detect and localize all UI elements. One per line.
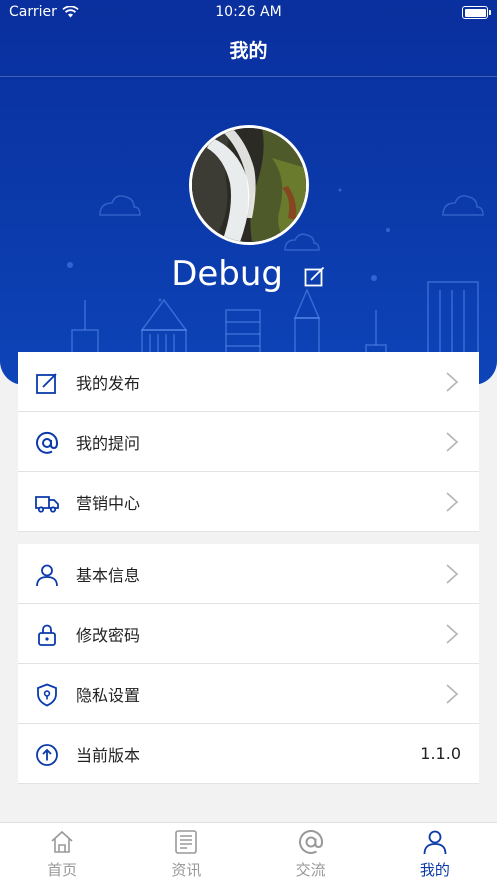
username-row: Debug	[0, 252, 497, 294]
username: Debug	[171, 253, 283, 294]
chevron-right-icon	[446, 492, 459, 512]
page-title: 我的	[229, 40, 268, 62]
avatar[interactable]	[189, 125, 309, 245]
at-icon	[36, 431, 59, 454]
tab-home[interactable]: 首页	[0, 823, 124, 883]
status-time: 10:26 AM	[215, 4, 282, 20]
shield-icon	[37, 683, 57, 707]
edit-icon	[36, 373, 57, 394]
menu-item-label: 我的提问	[76, 433, 141, 453]
status-bar: Carrier 10:26 AM	[0, 0, 497, 26]
upgrade-icon	[36, 744, 58, 766]
chevron-right-icon	[446, 684, 459, 704]
menu-item-marketing-center[interactable]: 营销中心	[18, 472, 479, 532]
truck-icon	[35, 496, 59, 513]
news-icon	[175, 830, 198, 854]
menu-item-basic-info[interactable]: 基本信息	[18, 544, 479, 604]
menu-group-settings: 基本信息 修改密码 隐私设置 当前版本 1.1.0	[18, 544, 479, 784]
tab-label: 我的	[419, 861, 450, 879]
lock-icon	[38, 624, 56, 646]
menu-item-label: 我的发布	[76, 373, 141, 393]
menu-item-label: 当前版本	[76, 745, 141, 765]
menu-item-label: 隐私设置	[76, 685, 141, 705]
menu-item-change-password[interactable]: 修改密码	[18, 604, 479, 664]
battery-icon	[462, 6, 491, 19]
tab-news[interactable]: 资讯	[124, 823, 248, 883]
tab-mine[interactable]: 我的	[373, 823, 497, 883]
menu-item-label: 修改密码	[76, 625, 141, 645]
tab-label: 交流	[295, 861, 326, 879]
tab-label: 首页	[47, 861, 78, 879]
chevron-right-icon	[446, 624, 459, 644]
version-number: 1.1.0	[420, 744, 461, 763]
person-icon	[423, 830, 447, 855]
tab-bar: 首页 资讯 交流 我的	[0, 822, 497, 883]
tab-community[interactable]: 交流	[249, 823, 373, 883]
edit-profile-icon[interactable]	[304, 265, 326, 287]
menu-item-privacy-settings[interactable]: 隐私设置	[18, 664, 479, 724]
menu-item-my-posts[interactable]: 我的发布	[18, 352, 479, 412]
tab-label: 资讯	[171, 861, 202, 879]
menu-item-label: 基本信息	[76, 565, 141, 585]
menu-item-label: 营销中心	[76, 493, 141, 513]
avatar-image	[192, 128, 306, 242]
at-icon	[298, 830, 323, 854]
chevron-right-icon	[446, 372, 459, 392]
menu-item-my-questions[interactable]: 我的提问	[18, 412, 479, 472]
menu-group-primary: 我的发布 我的提问 营销中心	[18, 352, 479, 532]
nav-divider	[0, 76, 497, 77]
chevron-right-icon	[446, 564, 459, 584]
chevron-right-icon	[446, 432, 459, 452]
menu-item-current-version[interactable]: 当前版本 1.1.0	[18, 724, 479, 784]
home-icon	[51, 830, 73, 853]
user-icon	[36, 564, 58, 587]
profile-screen: Carrier 10:26 AM 我的 Debug 我的发布 我的提问 营销中心…	[0, 0, 497, 883]
